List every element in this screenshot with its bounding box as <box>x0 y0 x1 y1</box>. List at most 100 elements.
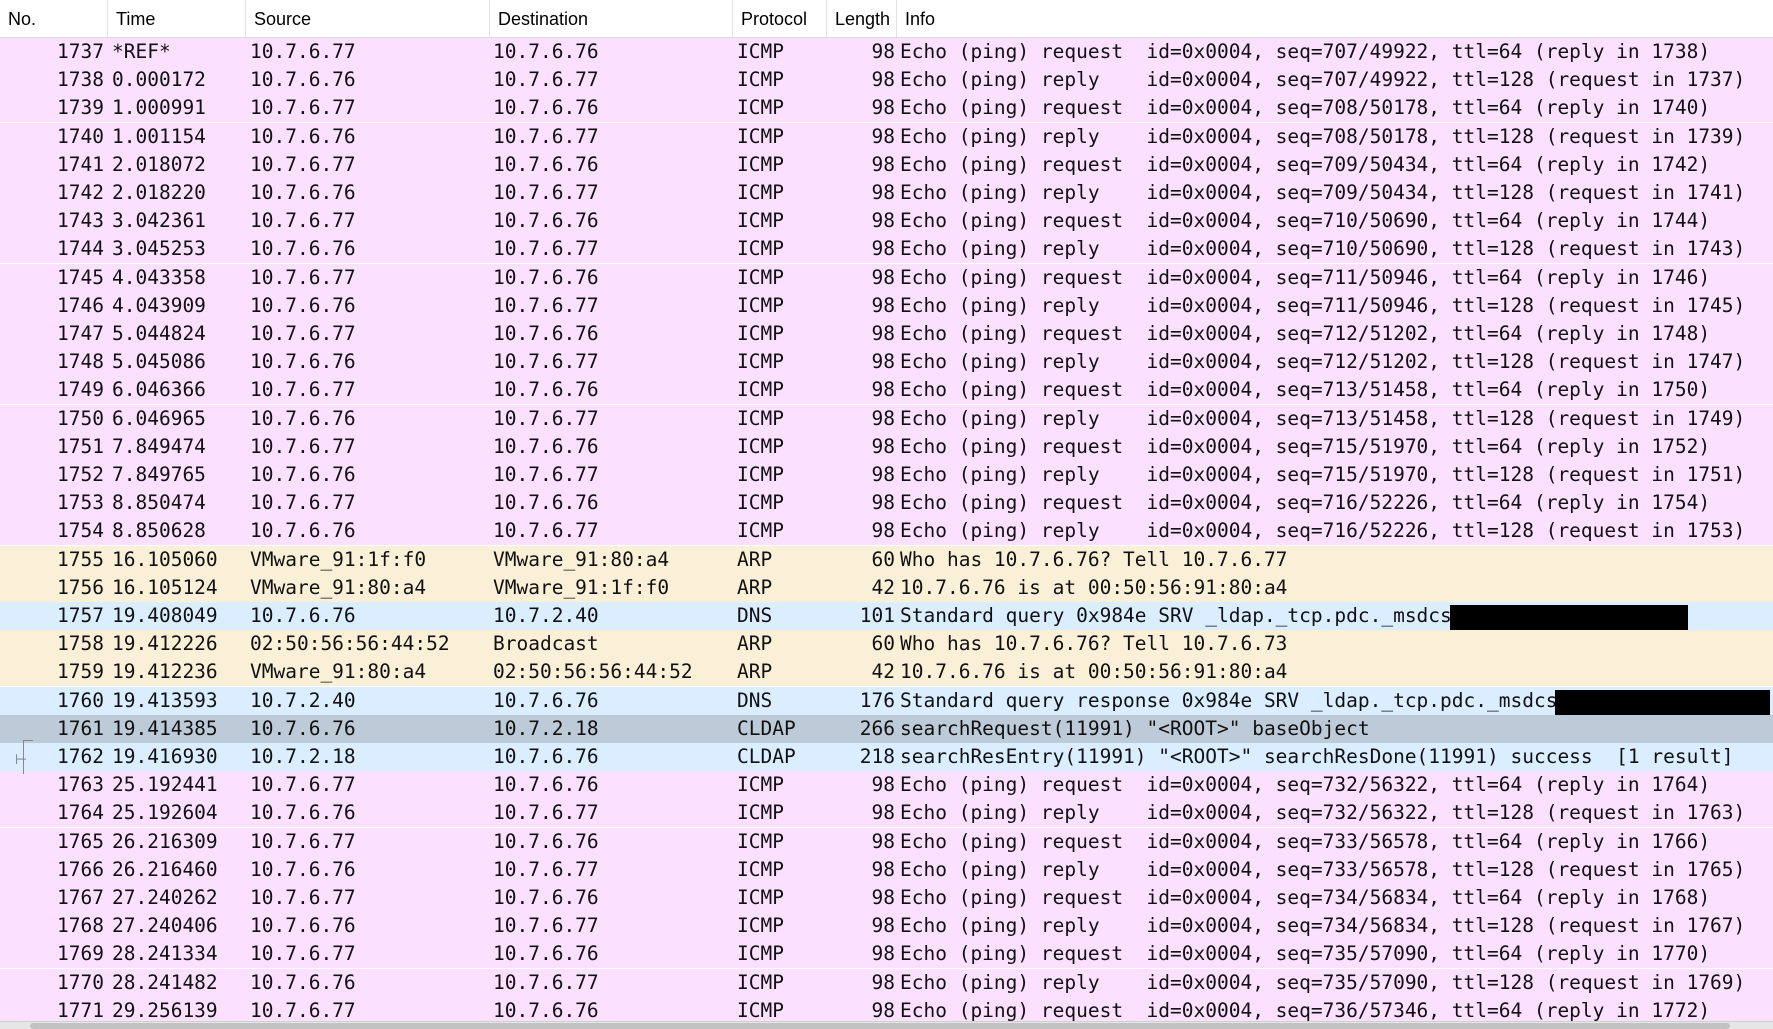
packet-row[interactable]: 1738 0.000172 10.7.6.76 10.7.6.77 ICMP 98 Echo… <box>0 66 1773 95</box>
packet-number: 1769 <box>57 942 104 966</box>
packet-length: 98 <box>871 434 895 458</box>
packet-protocol: ICMP <box>737 350 784 374</box>
column-header-source[interactable]: Source <box>246 0 490 37</box>
packet-source: 10.7.6.76 <box>250 293 356 317</box>
conversation-bracket <box>23 740 33 741</box>
packet-destination: 10.7.6.76 <box>493 152 599 176</box>
packet-row[interactable]: 1763 25.192441 10.7.6.77 10.7.6.76 ICMP 98 Ech… <box>0 771 1773 800</box>
packet-protocol: ICMP <box>737 801 784 825</box>
packet-info: Echo (ping) request id=0x0004, seq=733/5… <box>900 829 1711 853</box>
packet-row[interactable]: 1749 6.046366 10.7.6.77 10.7.6.76 ICMP 98 Echo… <box>0 376 1773 405</box>
packet-row[interactable]: 1750 6.046965 10.7.6.76 10.7.6.77 ICMP 98 Echo… <box>0 404 1773 433</box>
packet-time: 19.413593 <box>112 688 218 712</box>
column-header-info[interactable]: Info <box>897 0 1773 37</box>
packet-row[interactable]: 1762 19.416930 10.7.2.18 10.7.6.76 CLDAP 218 s… <box>0 743 1773 771</box>
packet-row[interactable]: 1741 2.018072 10.7.6.77 10.7.6.76 ICMP 98 Echo… <box>0 150 1773 179</box>
packet-row[interactable]: 1742 2.018220 10.7.6.76 10.7.6.77 ICMP 98 Echo… <box>0 179 1773 207</box>
packet-length: 98 <box>871 914 895 938</box>
packet-row[interactable]: 1759 19.412236 VMware_91:80:a4 02:50:56:56:… <box>0 658 1773 687</box>
packet-number: 1744 <box>57 237 104 261</box>
packet-length: 98 <box>871 970 895 994</box>
packet-row[interactable]: 1745 4.043358 10.7.6.77 10.7.6.76 ICMP 98 Echo… <box>0 263 1773 292</box>
packet-protocol: ICMP <box>737 942 784 966</box>
packet-row[interactable]: 1769 28.241334 10.7.6.77 10.7.6.76 ICMP 98 Ech… <box>0 940 1773 969</box>
packet-row[interactable]: 1743 3.042361 10.7.6.77 10.7.6.76 ICMP 98 Echo… <box>0 207 1773 236</box>
packet-row[interactable]: 1753 8.850474 10.7.6.77 10.7.6.76 ICMP 98 Echo… <box>0 489 1773 518</box>
packet-destination: 10.7.6.76 <box>493 378 599 402</box>
packet-row[interactable]: 1748 5.045086 10.7.6.76 10.7.6.77 ICMP 98 Echo… <box>0 348 1773 377</box>
packet-destination: 10.7.6.76 <box>493 96 599 120</box>
packet-length: 98 <box>871 265 895 289</box>
packet-destination: 10.7.6.77 <box>493 801 599 825</box>
packet-protocol: ICMP <box>737 40 784 63</box>
packet-number: 1745 <box>57 265 104 289</box>
packet-source: 10.7.6.77 <box>250 96 356 120</box>
packet-info: Echo (ping) reply id=0x0004, seq=716/522… <box>900 519 1746 543</box>
packet-row[interactable]: 1761 19.414385 10.7.6.76 10.7.2.18 CLDAP 266 s… <box>0 714 1773 743</box>
packet-destination: VMware_91:1f:f0 <box>493 575 670 599</box>
packet-length: 42 <box>871 575 895 599</box>
column-header-protocol[interactable]: Protocol <box>733 0 827 37</box>
packet-row[interactable]: 1768 27.240406 10.7.6.76 10.7.6.77 ICMP 98 Ech… <box>0 912 1773 941</box>
packet-destination: 10.7.6.76 <box>493 209 599 233</box>
packet-length: 98 <box>871 773 895 797</box>
packet-row[interactable]: 1754 8.850628 10.7.6.76 10.7.6.77 ICMP 98 Echo… <box>0 517 1773 546</box>
packet-row[interactable]: 1746 4.043909 10.7.6.76 10.7.6.77 ICMP 98 Echo… <box>0 291 1773 320</box>
packet-row[interactable]: 1747 5.044824 10.7.6.77 10.7.6.76 ICMP 98 Echo… <box>0 320 1773 348</box>
packet-destination: 10.7.2.18 <box>493 716 599 740</box>
packet-number: 1755 <box>57 547 104 571</box>
packet-time: 5.045086 <box>112 350 206 374</box>
column-header-no[interactable]: No. <box>0 0 108 37</box>
packet-info: Echo (ping) reply id=0x0004, seq=711/509… <box>900 293 1746 317</box>
packet-row[interactable]: 1751 7.849474 10.7.6.77 10.7.6.76 ICMP 98 Echo… <box>0 432 1773 461</box>
packet-protocol: ICMP <box>737 96 784 120</box>
packet-row[interactable]: 1770 28.241482 10.7.6.76 10.7.6.77 ICMP 98 Ech… <box>0 968 1773 997</box>
column-header-time[interactable]: Time <box>108 0 246 37</box>
packet-row[interactable]: 1765 26.216309 10.7.6.77 10.7.6.76 ICMP 98 Ech… <box>0 827 1773 856</box>
packet-row[interactable]: 1767 27.240262 10.7.6.77 10.7.6.76 ICMP 98 Ech… <box>0 884 1773 912</box>
packet-protocol: ICMP <box>737 209 784 233</box>
packet-row[interactable]: 1737 *REF* 10.7.6.77 10.7.6.76 ICMP 98 Echo (p… <box>0 38 1773 66</box>
packet-source: 10.7.6.76 <box>250 406 356 430</box>
packet-row[interactable]: 1752 7.849765 10.7.6.76 10.7.6.77 ICMP 98 Echo… <box>0 461 1773 489</box>
scrollbar-thumb[interactable] <box>30 1023 1730 1029</box>
packet-info: Echo (ping) reply id=0x0004, seq=712/512… <box>900 350 1746 374</box>
packet-length: 98 <box>871 181 895 204</box>
packet-time: 6.046965 <box>112 406 206 430</box>
packet-info: Echo (ping) request id=0x0004, seq=712/5… <box>900 322 1711 345</box>
packet-time: 25.192441 <box>112 773 218 797</box>
packet-length: 60 <box>871 547 895 571</box>
packet-source: 10.7.2.18 <box>250 745 356 768</box>
packet-row[interactable]: 1764 25.192604 10.7.6.76 10.7.6.77 ICMP 98 Ech… <box>0 799 1773 828</box>
packet-info: 10.7.6.76 is at 00:50:56:91:80:a4 <box>900 575 1288 599</box>
packet-protocol: ARP <box>737 547 773 571</box>
packet-row[interactable]: 1740 1.001154 10.7.6.76 10.7.6.77 ICMP 98 Echo… <box>0 122 1773 151</box>
packet-destination: 10.7.6.77 <box>493 293 599 317</box>
packet-row[interactable]: 1755 16.105060 VMware_91:1f:f0 VMware_91:80… <box>0 545 1773 574</box>
packet-protocol: ICMP <box>737 491 784 515</box>
packet-number: 1768 <box>57 914 104 938</box>
packet-protocol: ICMP <box>737 378 784 402</box>
packet-destination: 10.7.6.77 <box>493 519 599 543</box>
column-header-destination[interactable]: Destination <box>490 0 733 37</box>
packet-info: Echo (ping) reply id=0x0004, seq=708/501… <box>900 124 1746 148</box>
packet-time: 6.046366 <box>112 378 206 402</box>
horizontal-scrollbar[interactable] <box>0 1021 1773 1029</box>
packet-row[interactable]: 1739 1.000991 10.7.6.77 10.7.6.76 ICMP 98 Echo… <box>0 94 1773 123</box>
packet-length: 266 <box>859 716 895 740</box>
packet-number: 1757 <box>57 604 104 627</box>
packet-row[interactable]: 1760 19.413593 10.7.2.40 10.7.6.76 DNS 176 Sta… <box>0 686 1773 715</box>
packet-row[interactable]: 1757 19.408049 10.7.6.76 10.7.2.40 DNS 101 Sta… <box>0 602 1773 630</box>
packet-row[interactable]: 1744 3.045253 10.7.6.76 10.7.6.77 ICMP 98 Echo… <box>0 235 1773 264</box>
packet-source: 10.7.6.76 <box>250 68 356 92</box>
packet-row[interactable]: 1766 26.216460 10.7.6.76 10.7.6.77 ICMP 98 Ech… <box>0 855 1773 884</box>
packet-row[interactable]: 1756 16.105124 VMware_91:80:a4 VMware_91:1f… <box>0 573 1773 602</box>
packet-length: 98 <box>871 829 895 853</box>
packet-time: 16.105060 <box>112 547 218 571</box>
packet-length: 98 <box>871 152 895 176</box>
column-header-length[interactable]: Length <box>827 0 897 37</box>
packet-source: 10.7.6.77 <box>250 152 356 176</box>
packet-info: Echo (ping) request id=0x0004, seq=713/5… <box>900 378 1711 402</box>
packet-destination: 10.7.6.76 <box>493 745 599 768</box>
packet-row[interactable]: 1758 19.412226 02:50:56:56:44:52 Broadcast A… <box>0 630 1773 659</box>
